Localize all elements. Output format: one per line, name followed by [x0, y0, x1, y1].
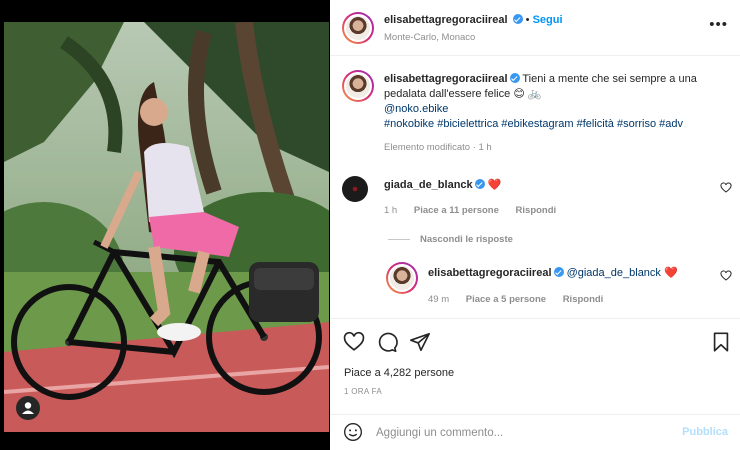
caption-mention[interactable]: @noko.ebike — [384, 103, 448, 115]
comment-reply-button[interactable]: Rispondi — [516, 205, 557, 216]
reply-meta: 49 m Piace a 5 persone Rispondi — [428, 294, 617, 305]
more-icon[interactable]: ••• — [709, 17, 728, 32]
caption-line2: pedalata dall'essere felice — [384, 88, 511, 100]
comment-username[interactable]: giada_de_blanck — [384, 179, 473, 191]
caption-avatar[interactable] — [342, 70, 374, 102]
follow-button[interactable]: Segui — [533, 14, 563, 26]
comment-input[interactable] — [376, 423, 676, 443]
hide-replies-button[interactable]: Nascondi le risposte — [388, 234, 513, 245]
heart-icon[interactable] — [343, 331, 365, 353]
comment-icon[interactable] — [376, 331, 398, 353]
post-time-ago[interactable]: 1 ORA FA — [344, 387, 382, 396]
share-icon[interactable] — [409, 331, 431, 353]
post-photo[interactable] — [4, 22, 329, 432]
post-actions: Piace a 4,282 persone 1 ORA FA — [330, 318, 740, 416]
verified-icon — [474, 179, 485, 189]
post-header: elisabettagregoraciireal • Segui Monte-C… — [330, 0, 740, 56]
reply-time: 49 m — [428, 294, 450, 305]
caption-meta: Elemento modificato · 1 h — [384, 142, 492, 153]
caption-emoji: 😊 🚲 — [513, 88, 542, 100]
author-avatar[interactable] — [342, 12, 374, 44]
reply-item: elisabettagregoraciireal @giada_de_blanc… — [428, 266, 678, 279]
comment-likes[interactable]: Piace a 11 persone — [414, 205, 499, 216]
reply-mention[interactable]: @giada_de_blanck — [567, 267, 661, 279]
post-location[interactable]: Monte-Carlo, Monaco — [384, 32, 475, 43]
post-modal: elisabettagregoraciireal • Segui Monte-C… — [0, 0, 740, 450]
reply-avatar[interactable] — [386, 262, 418, 294]
caption: elisabettagregoraciireal Tieni a mente c… — [384, 72, 724, 153]
comment-like-heart-icon[interactable] — [720, 182, 732, 194]
comment-meta: 1 h Piace a 11 persone Rispondi — [384, 205, 570, 216]
verified-icon — [509, 73, 520, 83]
verified-icon — [512, 14, 523, 24]
author-username[interactable]: elisabettagregoraciireal — [384, 14, 508, 26]
comment-time: 1 h — [384, 205, 398, 216]
verified-icon — [553, 267, 564, 277]
emoji-icon[interactable] — [343, 422, 363, 442]
reply-likes[interactable]: Piace a 5 persone — [466, 294, 546, 305]
caption-hashtags[interactable]: #nokobike #bicielettrica #ebikestagram #… — [384, 118, 683, 130]
reply-like-heart-icon[interactable] — [720, 270, 732, 282]
caption-username[interactable]: elisabettagregoraciireal — [384, 73, 508, 85]
bookmark-icon[interactable] — [710, 331, 732, 353]
comment-text: ❤️ — [487, 179, 502, 191]
user-tag-icon[interactable] — [16, 396, 40, 420]
divider — [388, 239, 410, 240]
author-row: elisabettagregoraciireal • Segui — [384, 14, 563, 26]
comment-item: giada_de_blanck ❤️ — [384, 178, 501, 191]
hide-replies-label: Nascondi le risposte — [420, 234, 513, 245]
post-side-panel: elisabettagregoraciireal • Segui Monte-C… — [330, 0, 740, 450]
publish-button[interactable]: Pubblica — [682, 426, 728, 438]
caption-line1: Tieni a mente che sei sempre a una — [522, 73, 697, 85]
reply-text: ❤️ — [664, 267, 678, 279]
comment-form: Pubblica — [330, 414, 740, 450]
reply-reply-button[interactable]: Rispondi — [563, 294, 604, 305]
reply-username[interactable]: elisabettagregoraciireal — [428, 267, 552, 279]
commenter-avatar[interactable] — [342, 176, 368, 202]
photo-illustration — [4, 22, 329, 432]
post-likes[interactable]: Piace a 4,282 persone — [344, 367, 454, 379]
